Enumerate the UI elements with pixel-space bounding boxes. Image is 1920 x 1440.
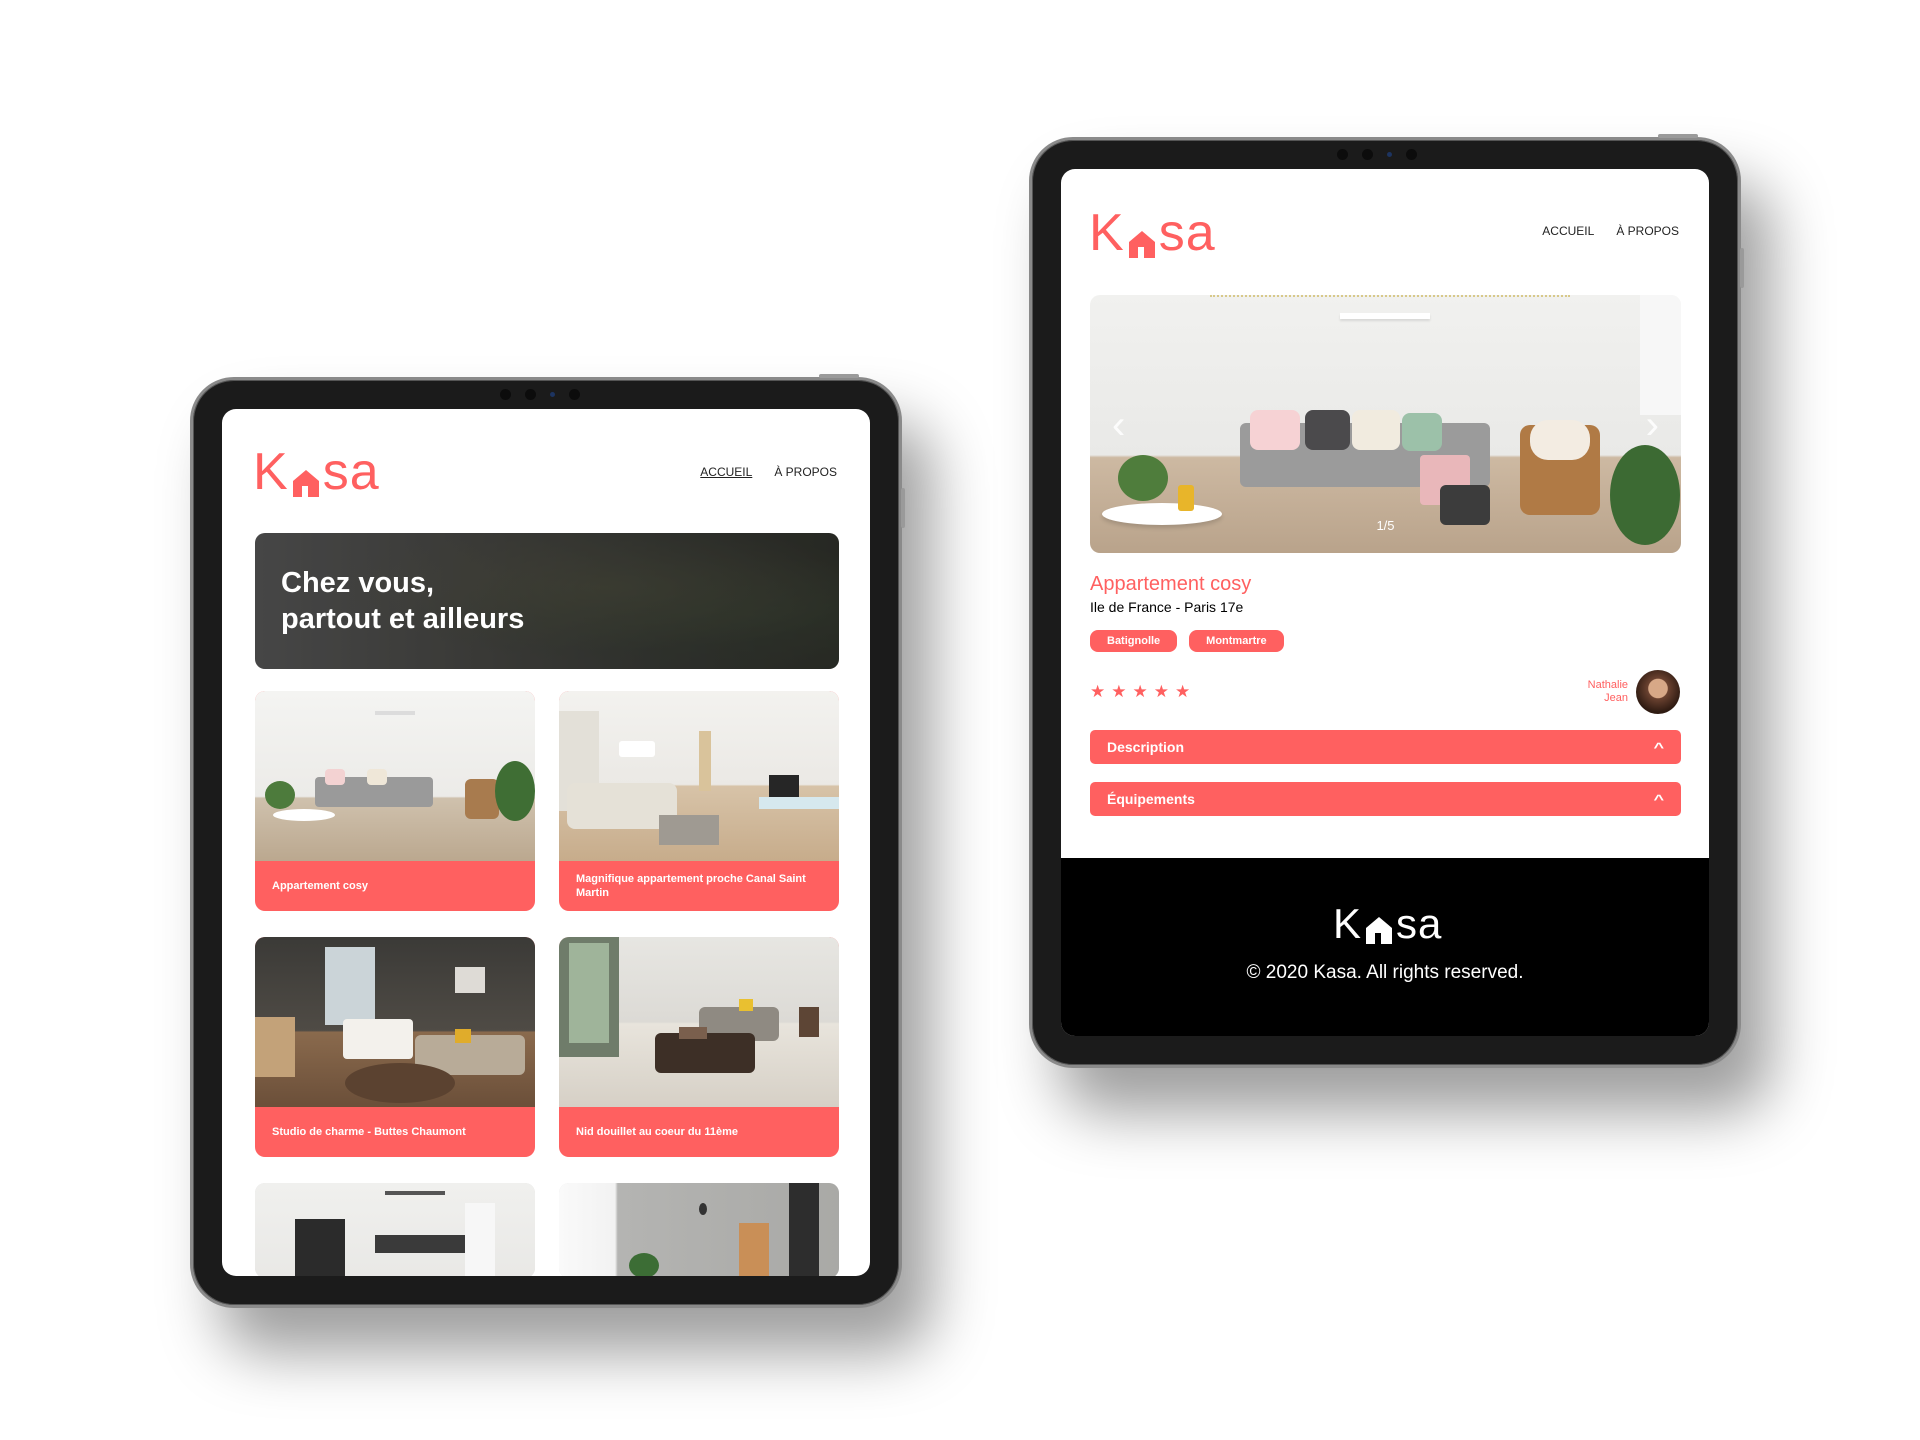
host-name: Nathalie Jean bbox=[1588, 679, 1628, 705]
kasa-logo[interactable]: K sa bbox=[1089, 207, 1216, 259]
logo-letter-k: K bbox=[1333, 900, 1363, 947]
star-icon: ★ bbox=[1111, 682, 1127, 701]
listing-photo bbox=[255, 1183, 535, 1276]
footer: K sa © 2020 Kasa. All rights reserved. bbox=[1061, 858, 1709, 1036]
hero-banner: Chez vous, partout et ailleurs bbox=[255, 533, 839, 669]
nav-about-link[interactable]: À PROPOS bbox=[774, 465, 837, 479]
listing-location: Ile de France - Paris 17e bbox=[1090, 599, 1244, 615]
star-icon: ★ bbox=[1175, 682, 1191, 701]
listing-photo bbox=[559, 1183, 839, 1276]
previous-photo-arrow-icon[interactable]: ‹ bbox=[1112, 403, 1125, 448]
description-collapse[interactable]: Description ^ bbox=[1090, 730, 1681, 764]
listing-photo bbox=[559, 691, 839, 861]
chevron-up-icon: ^ bbox=[1653, 791, 1665, 807]
listing-card[interactable]: Studio de charme - Buttes Chaumont bbox=[255, 937, 535, 1157]
gallery-photo bbox=[1090, 295, 1681, 553]
nav-home-link[interactable]: ACCUEIL bbox=[700, 465, 752, 479]
house-icon bbox=[1366, 917, 1393, 944]
logo-letters-sa: sa bbox=[1158, 204, 1216, 262]
host-avatar bbox=[1636, 670, 1680, 714]
logo-letter-k: K bbox=[1089, 204, 1125, 262]
banner-title: Chez vous, partout et ailleurs bbox=[281, 565, 524, 637]
tablet-camera bbox=[1337, 148, 1417, 160]
home-screen: K sa ACCUEIL À PROPOS Chez vous, partout… bbox=[222, 409, 870, 1276]
footer-logo: K sa bbox=[1333, 903, 1442, 945]
listing-screen: K sa ACCUEIL À PROPOS ‹ › 1/5 Appartemen… bbox=[1061, 169, 1709, 1036]
kasa-logo[interactable]: K sa bbox=[253, 446, 380, 498]
listing-card[interactable] bbox=[255, 1183, 535, 1276]
power-button bbox=[1658, 134, 1698, 138]
volume-button bbox=[901, 488, 905, 528]
logo-letters-sa: sa bbox=[1396, 900, 1443, 947]
banner-title-line1: Chez vous, bbox=[281, 567, 435, 599]
house-icon bbox=[292, 470, 319, 497]
listing-card[interactable]: Magnifique appartement proche Canal Sain… bbox=[559, 691, 839, 911]
listing-photo bbox=[255, 937, 535, 1107]
tablet-camera bbox=[500, 388, 580, 400]
tablet-listing: K sa ACCUEIL À PROPOS ‹ › 1/5 Appartemen… bbox=[1029, 134, 1744, 1068]
star-icon: ★ bbox=[1090, 682, 1106, 701]
listing-card-title: Nid douillet au coeur du 11ème bbox=[576, 1126, 738, 1138]
chevron-up-icon: ^ bbox=[1653, 739, 1665, 755]
nav-home-link[interactable]: ACCUEIL bbox=[1542, 224, 1594, 238]
star-icon: ★ bbox=[1132, 682, 1148, 701]
photo-gallery: ‹ › 1/5 bbox=[1090, 295, 1681, 553]
listing-card-title: Appartement cosy bbox=[272, 880, 368, 892]
volume-button bbox=[1740, 248, 1744, 288]
equipment-collapse-title: Équipements bbox=[1107, 791, 1195, 807]
house-icon bbox=[1128, 231, 1155, 258]
equipment-collapse[interactable]: Équipements ^ bbox=[1090, 782, 1681, 816]
listing-card[interactable]: Nid douillet au coeur du 11ème bbox=[559, 937, 839, 1157]
listing-card-title: Magnifique appartement proche Canal Sain… bbox=[576, 873, 806, 899]
tag-list: Batignolle Montmartre bbox=[1090, 630, 1284, 652]
listing-photo bbox=[255, 691, 535, 861]
gallery-counter: 1/5 bbox=[1376, 518, 1395, 533]
tag: Montmartre bbox=[1189, 630, 1284, 652]
tablet-home: K sa ACCUEIL À PROPOS Chez vous, partout… bbox=[190, 374, 905, 1308]
power-button bbox=[819, 374, 859, 378]
tag: Batignolle bbox=[1090, 630, 1178, 652]
listing-title: Appartement cosy bbox=[1090, 573, 1252, 595]
footer-copyright: © 2020 Kasa. All rights reserved. bbox=[1246, 962, 1524, 983]
host-info: Nathalie Jean bbox=[1588, 670, 1680, 714]
rating-stars: ★ ★ ★ ★ ★ bbox=[1090, 682, 1190, 702]
logo-letters-sa: sa bbox=[322, 443, 380, 501]
listing-card[interactable]: Appartement cosy bbox=[255, 691, 535, 911]
logo-letter-k: K bbox=[253, 443, 289, 501]
description-collapse-title: Description bbox=[1107, 739, 1185, 755]
banner-title-line2: partout et ailleurs bbox=[281, 603, 525, 635]
nav-about-link[interactable]: À PROPOS bbox=[1616, 224, 1679, 238]
listing-card-title: Studio de charme - Buttes Chaumont bbox=[272, 1126, 466, 1138]
star-icon: ★ bbox=[1153, 682, 1169, 701]
next-photo-arrow-icon[interactable]: › bbox=[1646, 403, 1659, 448]
host-last-name: Jean bbox=[1604, 692, 1628, 704]
listing-photo bbox=[559, 937, 839, 1107]
main-nav: ACCUEIL À PROPOS bbox=[1542, 224, 1679, 238]
main-nav: ACCUEIL À PROPOS bbox=[700, 465, 837, 479]
listing-card[interactable] bbox=[559, 1183, 839, 1276]
host-first-name: Nathalie bbox=[1587, 679, 1628, 691]
